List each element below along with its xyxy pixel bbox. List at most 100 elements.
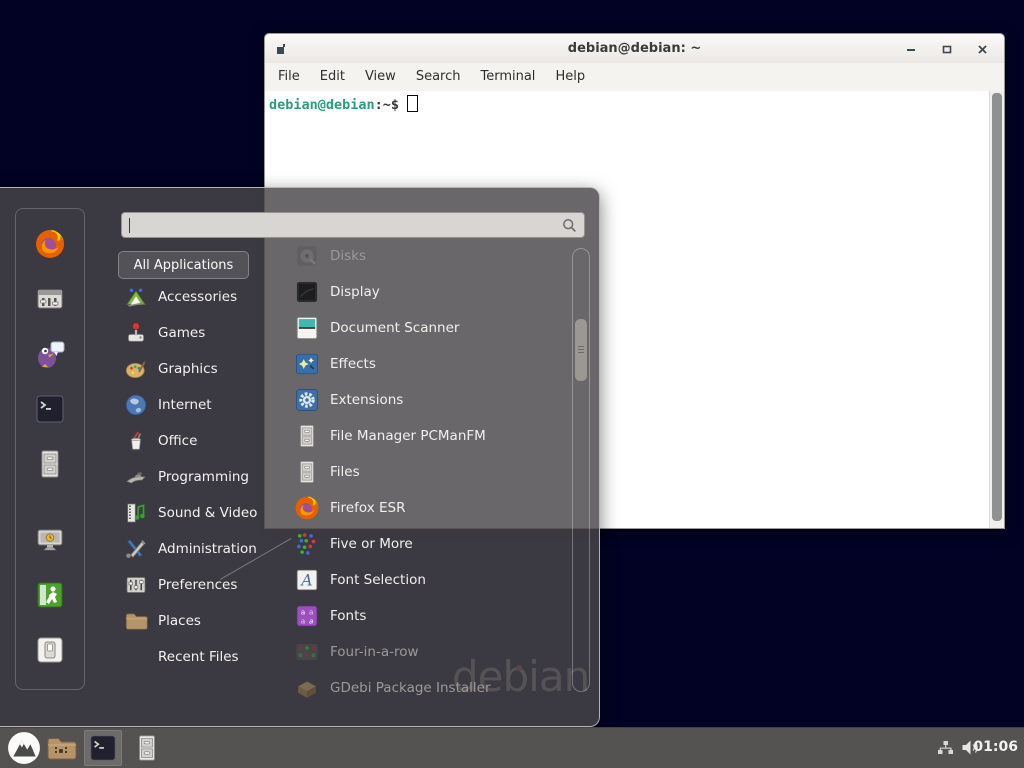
- application-list: DisksDisplayDocument ScannerEffectsExten…: [265, 238, 565, 701]
- screensaver-icon: [34, 524, 66, 556]
- category-icon-placeholder: [124, 645, 148, 669]
- category-label: Games: [158, 325, 205, 341]
- app-label: Extensions: [330, 392, 403, 408]
- terminal-scrollbar-thumb[interactable]: [992, 93, 1002, 521]
- programming-icon: [124, 465, 148, 489]
- category-office[interactable]: Office: [118, 423, 263, 459]
- terminal-menu-terminal[interactable]: Terminal: [470, 63, 545, 91]
- terminal-scrollbar[interactable]: [989, 91, 1004, 528]
- search-input[interactable]: [130, 215, 556, 235]
- app-label: GDebi Package Installer: [330, 680, 491, 696]
- terminal-icon: [34, 393, 66, 425]
- category-label: Office: [158, 433, 197, 449]
- terminal-menu-file[interactable]: File: [268, 63, 310, 91]
- favorite-control-center[interactable]: [34, 283, 66, 319]
- app-files[interactable]: Files: [265, 454, 565, 490]
- app-display[interactable]: Display: [265, 274, 565, 310]
- category-accessories[interactable]: Accessories: [118, 279, 263, 315]
- network-tray-icon[interactable]: [937, 740, 954, 756]
- shutdown-icon: [34, 634, 66, 666]
- start-menu-button[interactable]: [7, 731, 41, 765]
- file-cabinet-icon: [132, 733, 162, 763]
- app-label: Document Scanner: [330, 320, 459, 336]
- category-recent-files[interactable]: Recent Files: [118, 639, 263, 675]
- terminal-menu-view[interactable]: View: [355, 63, 406, 91]
- favorite-messenger[interactable]: [34, 338, 66, 374]
- favorites-column: [15, 208, 85, 690]
- font-selection-icon: A: [294, 567, 320, 593]
- category-internet[interactable]: Internet: [118, 387, 263, 423]
- terminal-menu-search[interactable]: Search: [406, 63, 471, 91]
- app-fonts[interactable]: aaaa Fonts: [265, 598, 565, 634]
- favorite-firefox[interactable]: [34, 228, 66, 264]
- svg-text:a: a: [309, 607, 313, 616]
- prompt-path: :~$: [375, 97, 399, 113]
- favorite-log-out[interactable]: [34, 579, 66, 615]
- favorite-terminal[interactable]: [34, 393, 66, 429]
- favorite-shut-down[interactable]: [34, 634, 66, 670]
- category-label: Accessories: [158, 289, 237, 305]
- taskbar-clock[interactable]: 01:06: [973, 739, 1018, 755]
- close-icon[interactable]: [977, 44, 989, 56]
- four-in-a-row-icon: [294, 639, 320, 665]
- app-label: Five or More: [330, 536, 413, 552]
- app-firefox-esr[interactable]: Firefox ESR: [265, 490, 565, 526]
- app-label: Effects: [330, 356, 376, 372]
- category-preferences[interactable]: Preferences: [118, 567, 263, 603]
- preferences-icon: [124, 573, 148, 597]
- svg-text:a: a: [309, 616, 313, 625]
- category-label: Places: [158, 613, 201, 629]
- taskbar-button-file-manager-desktop[interactable]: [42, 730, 80, 766]
- app-document-scanner[interactable]: Document Scanner: [265, 310, 565, 346]
- app-label: Fonts: [330, 608, 366, 624]
- terminal-prompt: debian@debian:~$: [269, 95, 418, 113]
- prompt-user-host: debian@debian: [269, 97, 375, 113]
- category-sound-video[interactable]: Sound & Video: [118, 495, 263, 531]
- app-five-or-more[interactable]: Five or More: [265, 526, 565, 562]
- terminal-menu-help[interactable]: Help: [545, 63, 595, 91]
- category-graphics[interactable]: Graphics: [118, 351, 263, 387]
- display-icon: [294, 279, 320, 305]
- category-list: Accessories Games GraphicsInternet Office Pr…: [118, 279, 263, 675]
- minimize-icon[interactable]: [906, 44, 918, 56]
- app-label: Font Selection: [330, 572, 426, 588]
- favorite-lock-screen[interactable]: [34, 524, 66, 560]
- terminal-menu-edit[interactable]: Edit: [310, 63, 355, 91]
- menu-scrollbar-thumb[interactable]: [575, 319, 587, 381]
- scanner-icon: [294, 315, 320, 341]
- effects-icon: [294, 351, 320, 377]
- maximize-icon[interactable]: [942, 44, 954, 56]
- terminal-titlebar[interactable]: debian@debian: ~: [265, 34, 1004, 64]
- app-font-selection[interactable]: A Font Selection: [265, 562, 565, 598]
- administration-icon: [124, 537, 148, 561]
- taskbar-button-terminal[interactable]: [84, 730, 122, 766]
- desktop: debian debian@debian: ~ FileEditViewSear…: [0, 0, 1024, 768]
- app-file-manager-pcmanfm[interactable]: File Manager PCManFM: [265, 418, 565, 454]
- taskbar-button-files[interactable]: [128, 730, 166, 766]
- logout-icon: [34, 579, 66, 611]
- category-games[interactable]: Games: [118, 315, 263, 351]
- category-programming[interactable]: Programming: [118, 459, 263, 495]
- fonts-icon: aaaa: [294, 603, 320, 629]
- extensions-icon: [294, 387, 320, 413]
- app-effects[interactable]: Effects: [265, 346, 565, 382]
- pidgin-icon: [34, 338, 66, 370]
- internet-icon: [124, 393, 148, 417]
- taskbar: 01:06: [0, 727, 1024, 768]
- app-label: File Manager PCManFM: [330, 428, 486, 444]
- menu-scrollbar[interactable]: [572, 248, 590, 692]
- menu-search-box[interactable]: [121, 212, 585, 238]
- category-administration[interactable]: Administration: [118, 531, 263, 567]
- category-label: Recent Files: [158, 649, 239, 665]
- svg-text:a: a: [301, 607, 305, 616]
- gdebi-icon: [294, 675, 320, 701]
- terminal-icon: [88, 733, 118, 763]
- sound-video-icon: [124, 501, 148, 525]
- favorite-file-manager[interactable]: [34, 448, 66, 484]
- app-extensions[interactable]: Extensions: [265, 382, 565, 418]
- category-places[interactable]: Places: [118, 603, 263, 639]
- app-label: Four-in-a-row: [330, 644, 419, 660]
- file-cabinet-icon: [34, 448, 66, 480]
- accessories-icon: [124, 285, 148, 309]
- category-all-applications[interactable]: All Applications: [118, 251, 249, 279]
